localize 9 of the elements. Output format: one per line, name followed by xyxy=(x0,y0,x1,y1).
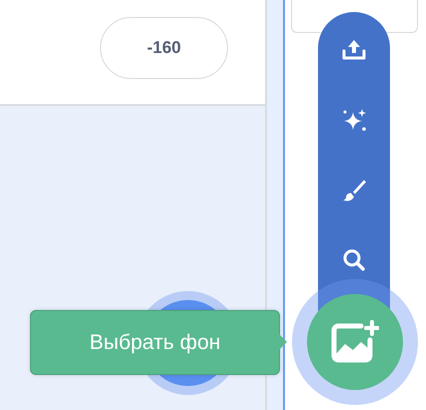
image-add-icon xyxy=(331,320,379,364)
sparkle-icon xyxy=(341,108,367,132)
tooltip-pointer-icon xyxy=(279,334,289,350)
coordinate-field[interactable]: -160 xyxy=(100,17,228,79)
search-icon xyxy=(341,248,367,272)
upload-button[interactable] xyxy=(340,38,368,62)
upload-icon xyxy=(341,38,367,62)
brush-icon xyxy=(341,178,367,202)
tooltip: Выбрать фон xyxy=(30,310,280,375)
